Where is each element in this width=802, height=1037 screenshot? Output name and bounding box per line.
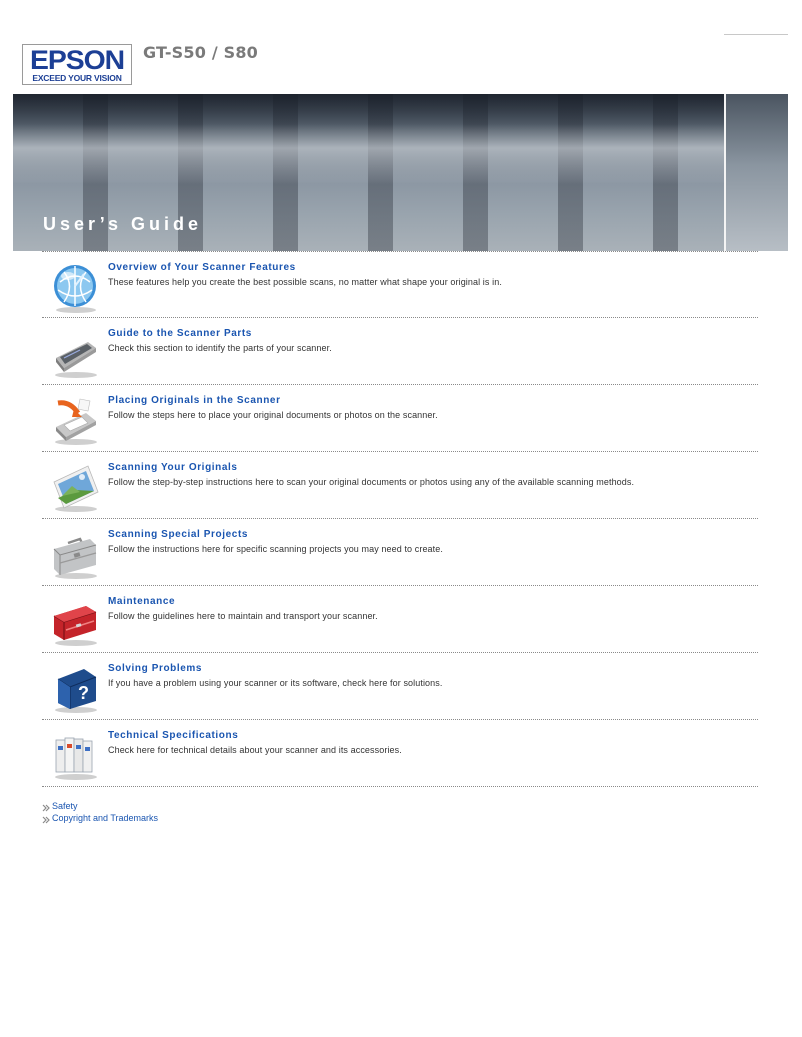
double-chevron-right-icon [42,816,50,823]
section-link-scanner-parts[interactable]: Guide to the Scanner Parts [108,328,252,339]
section-item: Overview of Your Scanner Features These … [42,251,758,318]
section-item: Technical Specifications Check here for … [42,720,758,787]
section-item: Maintenance Follow the guidelines here t… [42,586,758,653]
section-description: Follow the step-by-step instructions her… [108,477,635,487]
binders-icon[interactable] [50,730,100,782]
page-title: User’s Guide [43,214,203,234]
banner-side-panel [726,94,788,251]
photo-scan-icon[interactable] [50,462,100,514]
section-description: Follow the guidelines here to maintain a… [108,611,378,621]
section-link-technical-specifications[interactable]: Technical Specifications [108,730,238,741]
section-description: Follow the instructions here for specifi… [108,544,443,554]
section-item: Scanning Your Originals Follow the step-… [42,452,758,519]
section-item: Guide to the Scanner Parts Check this se… [42,318,758,385]
safety-link[interactable]: Safety [52,801,78,811]
globe-icon[interactable] [50,262,100,314]
section-description: These features help you create the best … [108,277,502,287]
banner-shade [13,94,788,124]
logo-tagline: EXCEED YOUR VISION [32,73,122,83]
help-book-icon[interactable]: ? [50,663,100,715]
section-item: Scanning Special Projects Follow the ins… [42,519,758,586]
section-description: Check this section to identify the parts… [108,343,332,353]
toolbox-icon[interactable] [50,596,100,648]
section-description: Check here for technical details about y… [108,745,402,755]
section-description: If you have a problem using your scanner… [108,678,443,688]
section-list: Overview of Your Scanner Features These … [42,251,758,787]
scanner-icon[interactable] [50,328,100,380]
logo-brand-text: EPSON [29,45,125,75]
section-link-solving-problems[interactable]: Solving Problems [108,663,202,674]
svg-text:?: ? [78,683,89,703]
briefcase-icon[interactable] [50,529,100,581]
section-link-special-projects[interactable]: Scanning Special Projects [108,529,248,540]
double-chevron-right-icon [42,804,50,812]
section-item: ? Solving Problems If you have a problem… [42,653,758,720]
banner-highlight [13,124,788,184]
section-item: Placing Originals in the Scanner Follow … [42,385,758,452]
model-name: GT-S50 / S80 [143,43,259,62]
epson-logo: EPSON EXCEED YOUR VISION [22,44,132,85]
copyright-trademarks-link[interactable]: Copyright and Trademarks [52,813,158,823]
top-divider [724,34,788,35]
section-link-placing-originals[interactable]: Placing Originals in the Scanner [108,395,281,406]
place-document-icon[interactable] [50,395,100,447]
section-description: Follow the steps here to place your orig… [108,410,438,420]
section-link-overview[interactable]: Overview of Your Scanner Features [108,262,296,273]
header-banner: User’s Guide [13,94,788,251]
section-link-scanning-originals[interactable]: Scanning Your Originals [108,462,238,473]
section-link-maintenance[interactable]: Maintenance [108,596,175,607]
